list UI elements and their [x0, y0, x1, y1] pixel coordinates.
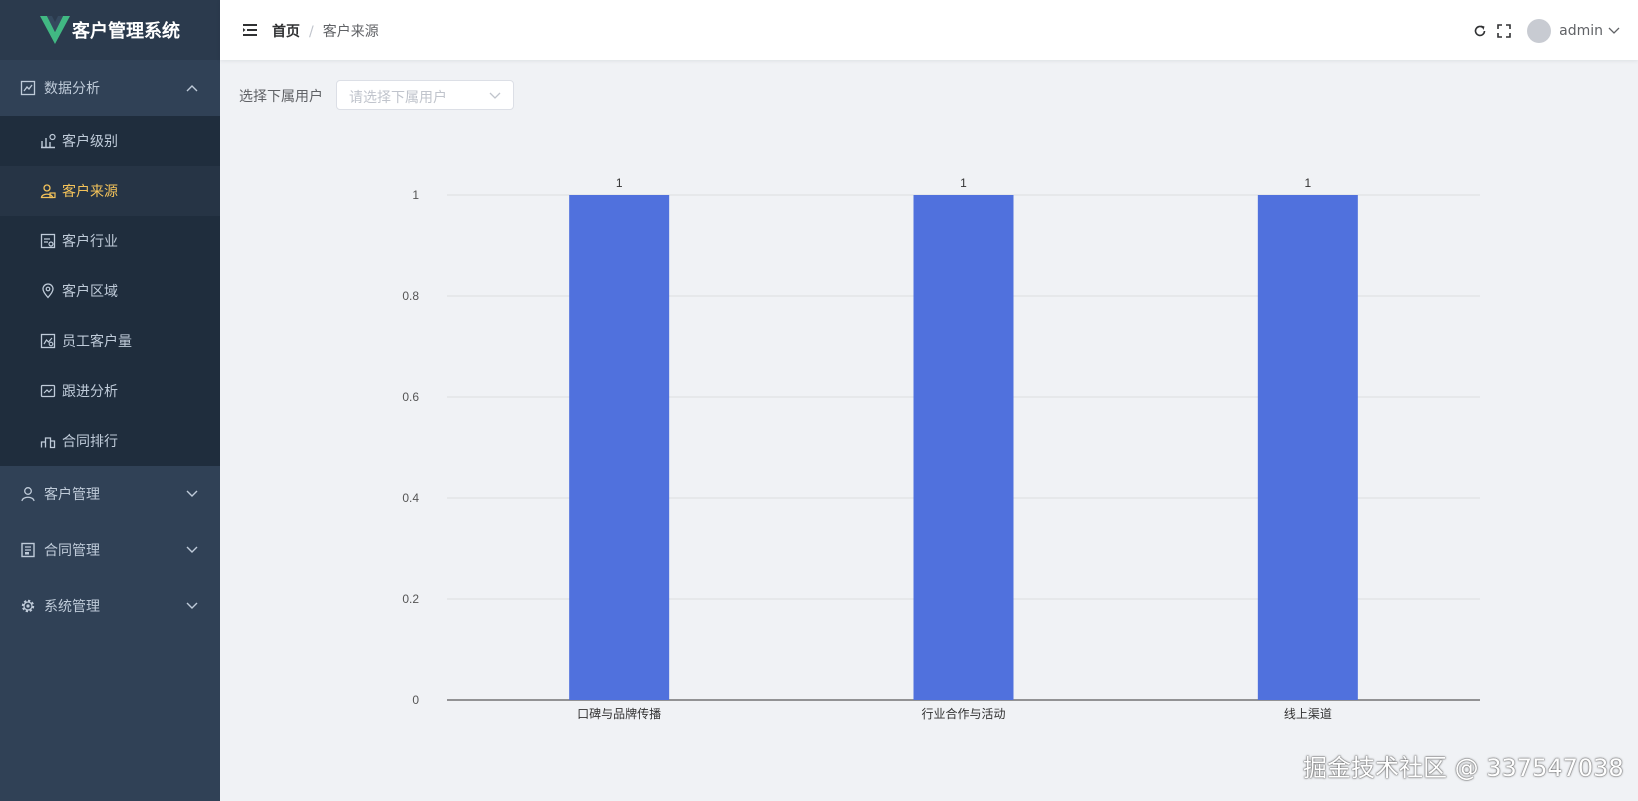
watermark: 掘金技术社区 @ 337547038 [1303, 754, 1624, 782]
sidebar-item-customer-industry[interactable]: 客户行业 [0, 216, 220, 266]
sidebar-group-label: 客户管理 [44, 487, 100, 503]
sidebar-item-label: 跟进分析 [62, 384, 118, 400]
app-title: 客户管理系统 [72, 21, 180, 42]
sidebar-item-label: 员工客户量 [62, 334, 132, 350]
sidebar-item-customer-region[interactable]: 客户区域 [0, 266, 220, 316]
submenu-data-analysis: 客户级别 客户来源 客户行业 客户区域 员工客户量 跟进分析 合同排行 [0, 116, 220, 466]
sidebar-item-label: 客户区域 [62, 284, 118, 300]
app-logo: 客户管理系统 [0, 0, 220, 60]
y-tick-label: 0.2 [402, 592, 419, 606]
sidebar-item-customer-level[interactable]: 客户级别 [0, 116, 220, 166]
x-tick-label: 行业合作与活动 [921, 706, 1005, 721]
sidebar-item-label: 客户行业 [62, 234, 118, 250]
breadcrumb-current: 客户来源 [322, 24, 379, 40]
top-navbar: 首页 / 客户来源 admin [220, 0, 1638, 60]
x-tick-label: 口碑与品牌传播 [577, 706, 661, 721]
data-label: 1 [616, 176, 623, 190]
chevron-down-icon [489, 92, 501, 99]
hamburger-icon[interactable] [242, 22, 258, 38]
chevron-down-icon[interactable] [1608, 27, 1620, 35]
industry-icon [40, 233, 56, 249]
sidebar-item-employee-customers[interactable]: 员工客户量 [0, 316, 220, 366]
vue-logo-icon [40, 16, 70, 44]
breadcrumb-home[interactable]: 首页 [272, 24, 300, 40]
podium-icon [40, 433, 56, 449]
select-placeholder: 请选择下属用户 [349, 90, 447, 106]
level-chart-icon [40, 133, 56, 149]
x-tick-label: 线上渠道 [1284, 707, 1332, 721]
chevron-down-icon [186, 490, 198, 497]
bar [569, 195, 670, 700]
chevron-down-icon [186, 602, 198, 609]
y-tick-label: 0 [412, 693, 419, 707]
data-label: 1 [960, 176, 967, 190]
gear-icon [20, 598, 36, 614]
y-tick-label: 0.4 [402, 491, 419, 505]
sidebar-item-contract-ranking[interactable]: 合同排行 [0, 416, 220, 466]
filter-label: 选择下属用户 [239, 89, 323, 105]
sidebar-item-label: 客户级别 [62, 134, 118, 150]
chevron-down-icon [186, 546, 198, 553]
username[interactable]: admin [1559, 23, 1603, 39]
sidebar-group-label: 数据分析 [44, 81, 100, 97]
sidebar-item-label: 合同排行 [62, 434, 118, 450]
y-tick-label: 0.6 [402, 390, 419, 404]
sidebar-group-label: 系统管理 [44, 599, 100, 615]
avatar[interactable] [1527, 19, 1552, 43]
sidebar-group-data-analysis[interactable]: 数据分析 [0, 60, 220, 116]
follow-up-icon [40, 383, 56, 399]
breadcrumb-separator: / [309, 24, 314, 40]
sidebar-group-customer-management[interactable]: 客户管理 [0, 466, 220, 522]
fullscreen-icon[interactable] [1497, 24, 1511, 38]
sidebar: 客户管理系统 数据分析 客户级别 客户来源 客户行业 客户区域 员工客户量 跟进… [0, 0, 220, 801]
user-icon [20, 486, 36, 502]
chevron-up-icon [186, 85, 198, 92]
y-tick-label: 0.8 [402, 289, 419, 303]
y-tick-label: 1 [412, 188, 419, 202]
sidebar-item-customer-source[interactable]: 客户来源 [0, 166, 220, 216]
contract-icon [20, 542, 36, 558]
bar [913, 195, 1014, 700]
report-icon [40, 333, 56, 349]
sidebar-item-label: 客户来源 [62, 184, 118, 200]
header-tools: admin [1473, 18, 1620, 44]
source-icon [40, 183, 56, 199]
subordinate-user-select[interactable]: 请选择下属用户 [336, 80, 514, 110]
sidebar-group-system-management[interactable]: 系统管理 [0, 578, 220, 634]
bar [1257, 195, 1358, 700]
data-label: 1 [1304, 176, 1311, 190]
sidebar-group-label: 合同管理 [44, 543, 100, 559]
sidebar-group-contract-management[interactable]: 合同管理 [0, 522, 220, 578]
location-icon [40, 283, 56, 299]
refresh-icon[interactable] [1473, 24, 1487, 38]
chart-analysis-icon [20, 80, 36, 96]
sidebar-item-follow-up-analysis[interactable]: 跟进分析 [0, 366, 220, 416]
customer-source-bar-chart: 0 0.2 0.4 0.6 0.8 1 1 口碑与品牌传播 1 行业合作与活动 1 线上渠道 [402, 176, 1480, 721]
breadcrumb: 首页 / 客户来源 [272, 21, 379, 41]
